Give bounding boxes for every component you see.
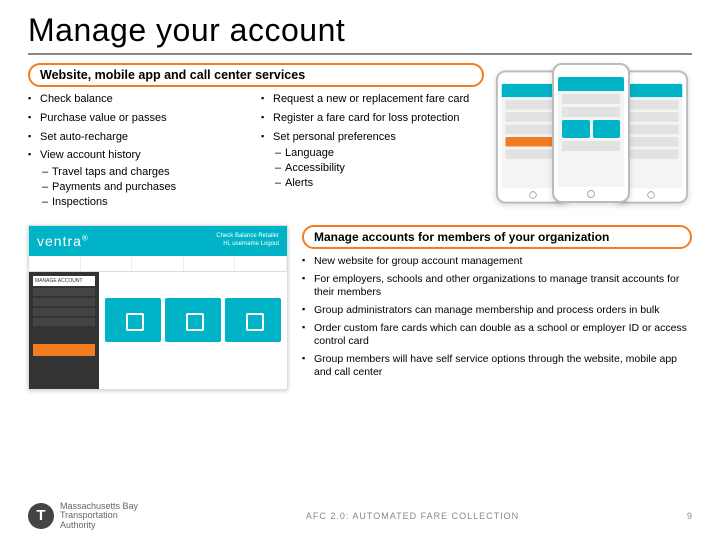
web-nav [29, 256, 287, 272]
brand-text: ventra [37, 233, 82, 249]
sub-item: Accessibility [273, 161, 484, 176]
list-item: Set auto-recharge [28, 131, 251, 145]
website-screenshot: ventra® Check Balance Retailer Hi, usern… [28, 225, 288, 390]
list-item: Set personal preferences Language Access… [261, 131, 484, 191]
lower-section: ventra® Check Balance Retailer Hi, usern… [28, 225, 692, 390]
upper-section: Website, mobile app and call center serv… [28, 63, 692, 215]
page-title: Manage your account [28, 12, 692, 49]
web-meta: Check Balance Retailer Hi, username Logo… [216, 233, 279, 249]
org-section: Manage accounts for members of your orga… [302, 225, 692, 390]
item-text: View account history [40, 149, 141, 161]
web-side-head: MANAGE ACCOUNT [33, 276, 95, 286]
web-meta1: Check Balance Retailer [216, 233, 279, 241]
mbta-logo: T Massachusetts Bay Transportation Autho… [28, 502, 138, 530]
footer-center: AFC 2.0: AUTOMATED FARE COLLECTION [306, 511, 519, 521]
phone-center [552, 63, 630, 203]
title-rule [28, 53, 692, 55]
item-text: Purchase value or passes [40, 112, 167, 124]
list-item: Group administrators can manage membersh… [302, 304, 692, 317]
sub-item: Language [273, 146, 484, 161]
sub-item: Payments and purchases [40, 180, 251, 195]
footer: T Massachusetts Bay Transportation Autho… [28, 502, 692, 530]
web-body: MANAGE ACCOUNT [29, 272, 287, 389]
service-col-left: Check balance Purchase value or passes S… [28, 93, 251, 215]
slide: Manage your account Website, mobile app … [0, 0, 720, 540]
web-meta2: Hi, username Logout [216, 241, 279, 249]
service-col-right: Request a new or replacement fare card R… [261, 93, 484, 215]
sub-item: Travel taps and charges [40, 165, 251, 180]
item-text: Check balance [40, 93, 113, 105]
web-brand: ventra® [37, 233, 89, 249]
item-text: Register a fare card for loss protection [273, 112, 459, 124]
web-side-cta [33, 344, 95, 356]
list-item: New website for group account management [302, 255, 692, 268]
web-sidebar: MANAGE ACCOUNT [29, 272, 99, 389]
t-logo-icon: T [28, 503, 54, 529]
brand-sup: ® [82, 233, 89, 242]
web-header: ventra® Check Balance Retailer Hi, usern… [29, 226, 287, 256]
logo-text: Massachusetts Bay Transportation Authori… [60, 502, 138, 530]
list-item: Purchase value or passes [28, 112, 251, 126]
sub-item: Alerts [273, 176, 484, 191]
service-columns: Check balance Purchase value or passes S… [28, 93, 484, 215]
list-item: Check balance [28, 93, 251, 107]
item-text: Request a new or replacement fare card [273, 93, 469, 105]
page-number: 9 [687, 511, 692, 521]
list-item: Order custom fare cards which can double… [302, 322, 692, 348]
upper-left: Website, mobile app and call center serv… [28, 63, 484, 215]
list-item: Request a new or replacement fare card [261, 93, 484, 107]
item-text: Set personal preferences [273, 131, 396, 143]
web-tiles [105, 298, 281, 342]
banner-org: Manage accounts for members of your orga… [302, 225, 692, 249]
org-list: New website for group account management… [302, 255, 692, 380]
web-main [99, 272, 287, 389]
sub-item: Inspections [40, 195, 251, 210]
list-item: For employers, schools and other organiz… [302, 273, 692, 299]
phone-mockups [492, 63, 692, 211]
list-item: Group members will have self service opt… [302, 353, 692, 379]
item-text: Set auto-recharge [40, 131, 128, 143]
org-line3: Authority [60, 521, 138, 530]
list-item: View account history Travel taps and cha… [28, 149, 251, 209]
banner-services: Website, mobile app and call center serv… [28, 63, 484, 87]
list-item: Register a fare card for loss protection [261, 112, 484, 126]
